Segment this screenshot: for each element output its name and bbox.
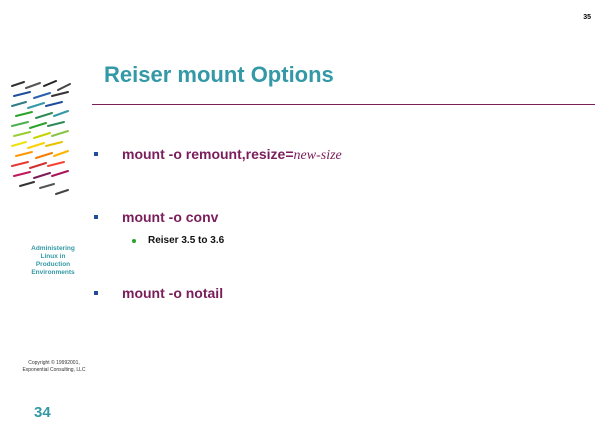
logo-icon bbox=[10, 80, 72, 198]
title-divider bbox=[92, 104, 595, 105]
course-title-line: Administering bbox=[31, 245, 75, 252]
bullet-square-icon bbox=[94, 152, 98, 156]
slide-number: 34 bbox=[34, 404, 51, 421]
course-title: Administering Linux in Production Enviro… bbox=[26, 245, 80, 277]
bullet-argument: new-size bbox=[293, 148, 342, 163]
bullet-text: mount -o remount,resize=new-size bbox=[122, 146, 342, 164]
course-title-line: Production bbox=[35, 261, 71, 268]
bullet-square-icon bbox=[94, 291, 98, 295]
page-number: 35 bbox=[583, 14, 591, 21]
copyright-line: Copyright © 19992001, bbox=[28, 360, 80, 366]
course-title-line: Linux in bbox=[40, 253, 66, 260]
slide-title: Reiser mount Options bbox=[104, 62, 334, 87]
copyright-notice: Copyright © 19992001, Exponential Consul… bbox=[4, 360, 104, 374]
bullet-square-icon bbox=[94, 215, 98, 219]
bullet-dot-icon bbox=[132, 239, 136, 243]
sub-bullet-text: Reiser 3.5 to 3.6 bbox=[148, 235, 225, 246]
copyright-line: Exponential Consulting, LLC bbox=[22, 367, 86, 373]
bullet-command: mount -o remount,resize= bbox=[122, 146, 294, 162]
slide: 35 Reiser mount Options Administering Li… bbox=[0, 0, 595, 445]
bullet-text: mount -o notail bbox=[122, 285, 224, 301]
course-title-line: Environments bbox=[31, 269, 75, 276]
bullet-text: mount -o conv bbox=[122, 209, 219, 225]
